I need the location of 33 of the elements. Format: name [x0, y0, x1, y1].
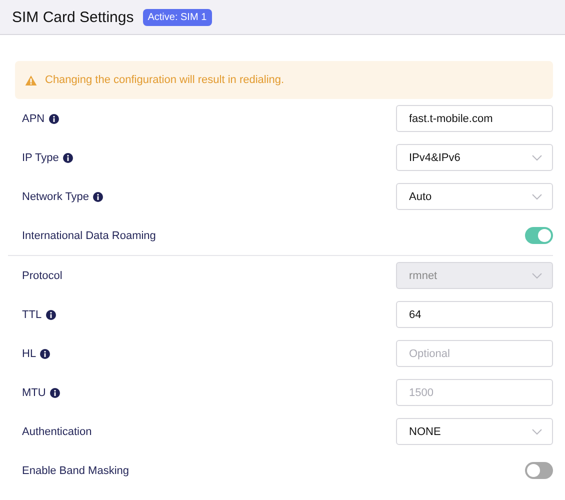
field-label: HL	[22, 348, 36, 360]
chevron-icon	[532, 428, 542, 434]
text-input[interactable]: Optional	[396, 340, 553, 367]
text-input[interactable]: 64	[396, 301, 553, 328]
page-title: SIM Card Settings	[12, 8, 134, 26]
active-sim-badge: Active: SIM 1	[142, 8, 212, 26]
chevron-icon	[532, 154, 542, 160]
field-label: Authentication	[22, 426, 92, 438]
warning-message: Changing the configuration will result in redialing.	[45, 74, 284, 86]
info-icon[interactable]	[62, 152, 73, 162]
info-icon[interactable]	[93, 192, 104, 202]
info-icon[interactable]	[40, 348, 50, 358]
info-icon[interactable]	[50, 388, 60, 398]
toggle-switch[interactable]	[525, 227, 553, 244]
field-label: TTL	[22, 308, 42, 320]
chevron-icon	[532, 272, 542, 278]
dropdown-select[interactable]: Auto	[396, 183, 553, 210]
warning-icon	[25, 74, 37, 86]
info-icon[interactable]	[48, 114, 59, 124]
dropdown-select[interactable]: IPv4&IPv6	[396, 144, 553, 171]
field-label: International Data Roaming	[22, 230, 156, 242]
field-label: MTU	[22, 386, 46, 398]
chevron-icon	[532, 194, 542, 200]
info-icon[interactable]	[46, 310, 56, 320]
field-label: Enable Band Masking	[22, 464, 130, 476]
field-label: Protocol	[22, 270, 62, 282]
text-input[interactable]: 1500	[396, 379, 553, 406]
field-label: APN	[22, 112, 45, 124]
field-label: IP Type	[22, 152, 59, 164]
toggle-switch[interactable]	[525, 462, 553, 479]
dropdown-select[interactable]: NONE	[396, 418, 553, 445]
text-input[interactable]: fast.t-mobile.com	[396, 105, 553, 132]
field-label: Network Type	[22, 190, 90, 202]
